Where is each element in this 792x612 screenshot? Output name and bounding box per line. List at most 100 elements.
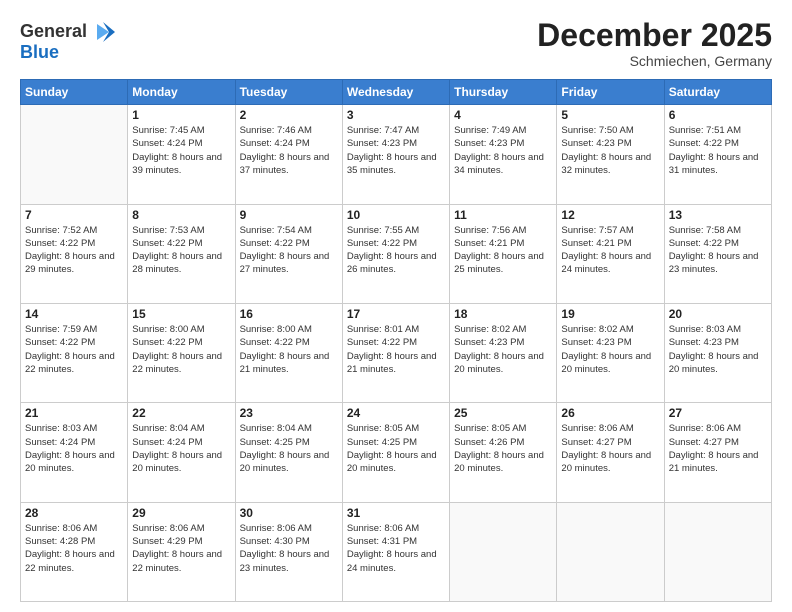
calendar-cell: 4 Sunrise: 7:49 AM Sunset: 4:23 PM Daylig… bbox=[450, 105, 557, 204]
day-number: 1 bbox=[132, 108, 230, 122]
calendar-cell: 7 Sunrise: 7:52 AM Sunset: 4:22 PM Daylig… bbox=[21, 204, 128, 303]
calendar-cell: 16 Sunrise: 8:00 AM Sunset: 4:22 PM Dayli… bbox=[235, 303, 342, 402]
day-number: 4 bbox=[454, 108, 552, 122]
day-number: 5 bbox=[561, 108, 659, 122]
calendar-cell: 18 Sunrise: 8:02 AM Sunset: 4:23 PM Dayli… bbox=[450, 303, 557, 402]
day-info: Sunrise: 8:05 AM Sunset: 4:26 PM Dayligh… bbox=[454, 422, 552, 475]
day-info: Sunrise: 7:53 AM Sunset: 4:22 PM Dayligh… bbox=[132, 224, 230, 277]
day-info: Sunrise: 7:47 AM Sunset: 4:23 PM Dayligh… bbox=[347, 124, 445, 177]
calendar-cell bbox=[664, 502, 771, 601]
month-title: December 2025 bbox=[537, 18, 772, 53]
calendar-cell: 3 Sunrise: 7:47 AM Sunset: 4:23 PM Daylig… bbox=[342, 105, 449, 204]
day-info: Sunrise: 8:06 AM Sunset: 4:28 PM Dayligh… bbox=[25, 522, 123, 575]
calendar-cell: 2 Sunrise: 7:46 AM Sunset: 4:24 PM Daylig… bbox=[235, 105, 342, 204]
day-number: 28 bbox=[25, 506, 123, 520]
calendar-header-thursday: Thursday bbox=[450, 80, 557, 105]
day-info: Sunrise: 8:03 AM Sunset: 4:23 PM Dayligh… bbox=[669, 323, 767, 376]
day-number: 24 bbox=[347, 406, 445, 420]
calendar-cell: 6Sunrise: 7:51 AM Sunset: 4:22 PM Daylig… bbox=[664, 105, 771, 204]
day-info: Sunrise: 8:03 AM Sunset: 4:24 PM Dayligh… bbox=[25, 422, 123, 475]
day-number: 2 bbox=[240, 108, 338, 122]
day-number: 27 bbox=[669, 406, 767, 420]
day-number: 25 bbox=[454, 406, 552, 420]
day-info: Sunrise: 7:54 AM Sunset: 4:22 PM Dayligh… bbox=[240, 224, 338, 277]
day-info: Sunrise: 8:00 AM Sunset: 4:22 PM Dayligh… bbox=[240, 323, 338, 376]
calendar-cell: 24Sunrise: 8:05 AM Sunset: 4:25 PM Dayli… bbox=[342, 403, 449, 502]
calendar-cell: 23 Sunrise: 8:04 AM Sunset: 4:25 PM Dayli… bbox=[235, 403, 342, 502]
calendar-cell: 9 Sunrise: 7:54 AM Sunset: 4:22 PM Daylig… bbox=[235, 204, 342, 303]
day-number: 22 bbox=[132, 406, 230, 420]
day-number: 11 bbox=[454, 208, 552, 222]
day-number: 15 bbox=[132, 307, 230, 321]
day-info: Sunrise: 8:06 AM Sunset: 4:29 PM Dayligh… bbox=[132, 522, 230, 575]
day-info: Sunrise: 8:02 AM Sunset: 4:23 PM Dayligh… bbox=[454, 323, 552, 376]
calendar-header-tuesday: Tuesday bbox=[235, 80, 342, 105]
day-info: Sunrise: 7:46 AM Sunset: 4:24 PM Dayligh… bbox=[240, 124, 338, 177]
day-info: Sunrise: 7:49 AM Sunset: 4:23 PM Dayligh… bbox=[454, 124, 552, 177]
day-number: 9 bbox=[240, 208, 338, 222]
day-number: 21 bbox=[25, 406, 123, 420]
day-info: Sunrise: 7:55 AM Sunset: 4:22 PM Dayligh… bbox=[347, 224, 445, 277]
week-row-1: 1 Sunrise: 7:45 AM Sunset: 4:24 PM Daylig… bbox=[21, 105, 772, 204]
calendar-cell: 31 Sunrise: 8:06 AM Sunset: 4:31 PM Dayli… bbox=[342, 502, 449, 601]
calendar-cell: 26Sunrise: 8:06 AM Sunset: 4:27 PM Dayli… bbox=[557, 403, 664, 502]
calendar-cell: 27 Sunrise: 8:06 AM Sunset: 4:27 PM Dayli… bbox=[664, 403, 771, 502]
day-number: 6 bbox=[669, 108, 767, 122]
day-info: Sunrise: 8:06 AM Sunset: 4:27 PM Dayligh… bbox=[669, 422, 767, 475]
day-number: 8 bbox=[132, 208, 230, 222]
day-info: Sunrise: 8:02 AM Sunset: 4:23 PM Dayligh… bbox=[561, 323, 659, 376]
day-number: 31 bbox=[347, 506, 445, 520]
calendar-cell: 1 Sunrise: 7:45 AM Sunset: 4:24 PM Daylig… bbox=[128, 105, 235, 204]
calendar-cell: 10 Sunrise: 7:55 AM Sunset: 4:22 PM Dayli… bbox=[342, 204, 449, 303]
calendar-header-friday: Friday bbox=[557, 80, 664, 105]
day-info: Sunrise: 8:00 AM Sunset: 4:22 PM Dayligh… bbox=[132, 323, 230, 376]
logo-icon bbox=[89, 18, 117, 46]
calendar-cell: 12Sunrise: 7:57 AM Sunset: 4:21 PM Dayli… bbox=[557, 204, 664, 303]
day-number: 3 bbox=[347, 108, 445, 122]
day-number: 18 bbox=[454, 307, 552, 321]
day-number: 10 bbox=[347, 208, 445, 222]
calendar-cell: 25 Sunrise: 8:05 AM Sunset: 4:26 PM Dayli… bbox=[450, 403, 557, 502]
calendar-cell bbox=[450, 502, 557, 601]
day-info: Sunrise: 7:59 AM Sunset: 4:22 PM Dayligh… bbox=[25, 323, 123, 376]
calendar-header-monday: Monday bbox=[128, 80, 235, 105]
day-info: Sunrise: 8:04 AM Sunset: 4:25 PM Dayligh… bbox=[240, 422, 338, 475]
week-row-5: 28 Sunrise: 8:06 AM Sunset: 4:28 PM Dayli… bbox=[21, 502, 772, 601]
calendar-header-wednesday: Wednesday bbox=[342, 80, 449, 105]
calendar-cell: 13Sunrise: 7:58 AM Sunset: 4:22 PM Dayli… bbox=[664, 204, 771, 303]
day-number: 7 bbox=[25, 208, 123, 222]
day-info: Sunrise: 7:58 AM Sunset: 4:22 PM Dayligh… bbox=[669, 224, 767, 277]
calendar-cell: 30Sunrise: 8:06 AM Sunset: 4:30 PM Dayli… bbox=[235, 502, 342, 601]
day-info: Sunrise: 8:01 AM Sunset: 4:22 PM Dayligh… bbox=[347, 323, 445, 376]
calendar-cell bbox=[21, 105, 128, 204]
day-number: 30 bbox=[240, 506, 338, 520]
day-number: 23 bbox=[240, 406, 338, 420]
day-number: 29 bbox=[132, 506, 230, 520]
calendar-cell: 17 Sunrise: 8:01 AM Sunset: 4:22 PM Dayli… bbox=[342, 303, 449, 402]
calendar-table: SundayMondayTuesdayWednesdayThursdayFrid… bbox=[20, 79, 772, 602]
day-number: 12 bbox=[561, 208, 659, 222]
day-number: 17 bbox=[347, 307, 445, 321]
calendar-header-row: SundayMondayTuesdayWednesdayThursdayFrid… bbox=[21, 80, 772, 105]
day-number: 14 bbox=[25, 307, 123, 321]
title-block: December 2025 Schmiechen, Germany bbox=[537, 18, 772, 69]
week-row-3: 14 Sunrise: 7:59 AM Sunset: 4:22 PM Dayli… bbox=[21, 303, 772, 402]
day-info: Sunrise: 8:06 AM Sunset: 4:31 PM Dayligh… bbox=[347, 522, 445, 575]
calendar-cell: 15 Sunrise: 8:00 AM Sunset: 4:22 PM Dayli… bbox=[128, 303, 235, 402]
day-info: Sunrise: 7:52 AM Sunset: 4:22 PM Dayligh… bbox=[25, 224, 123, 277]
logo: General Blue bbox=[20, 18, 117, 63]
calendar-cell: 14 Sunrise: 7:59 AM Sunset: 4:22 PM Dayli… bbox=[21, 303, 128, 402]
day-info: Sunrise: 7:56 AM Sunset: 4:21 PM Dayligh… bbox=[454, 224, 552, 277]
calendar-cell bbox=[557, 502, 664, 601]
calendar-cell: 29 Sunrise: 8:06 AM Sunset: 4:29 PM Dayli… bbox=[128, 502, 235, 601]
calendar-cell: 21 Sunrise: 8:03 AM Sunset: 4:24 PM Dayli… bbox=[21, 403, 128, 502]
day-info: Sunrise: 7:45 AM Sunset: 4:24 PM Dayligh… bbox=[132, 124, 230, 177]
day-number: 19 bbox=[561, 307, 659, 321]
day-info: Sunrise: 8:06 AM Sunset: 4:27 PM Dayligh… bbox=[561, 422, 659, 475]
calendar-header-saturday: Saturday bbox=[664, 80, 771, 105]
page: General Blue December 2025 Schmiechen, G… bbox=[0, 0, 792, 612]
day-info: Sunrise: 7:50 AM Sunset: 4:23 PM Dayligh… bbox=[561, 124, 659, 177]
day-number: 16 bbox=[240, 307, 338, 321]
day-number: 20 bbox=[669, 307, 767, 321]
calendar-cell: 8 Sunrise: 7:53 AM Sunset: 4:22 PM Daylig… bbox=[128, 204, 235, 303]
